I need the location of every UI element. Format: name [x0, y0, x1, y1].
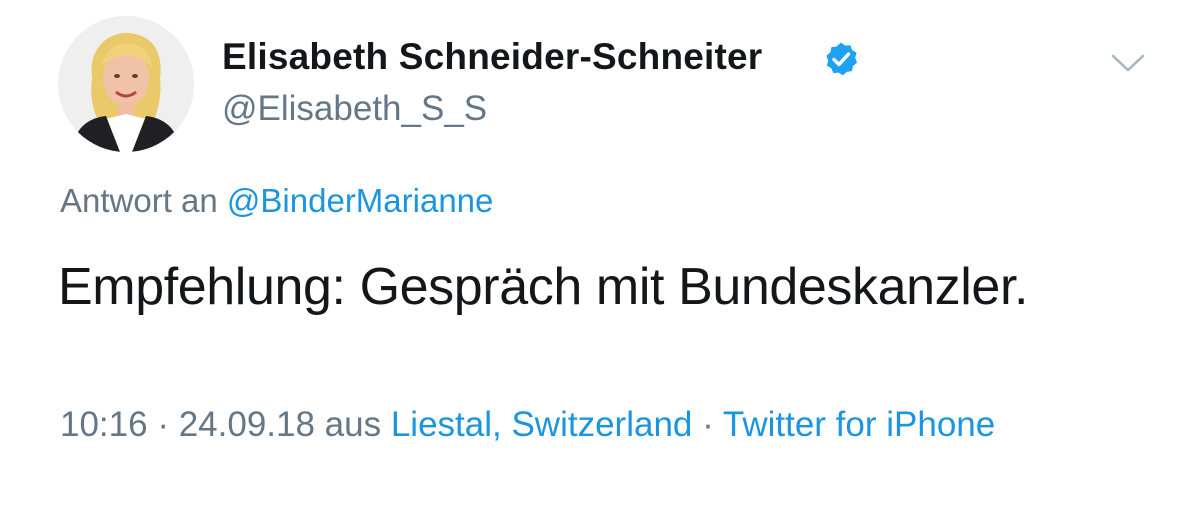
tweet-card: Elisabeth Schneider-Schneiter @Elisabeth…	[0, 0, 1200, 526]
location-link[interactable]: Liestal, Switzerland	[391, 405, 693, 444]
verified-badge-icon	[826, 42, 857, 76]
avatar[interactable]	[58, 16, 194, 152]
chevron-down-icon[interactable]	[1110, 52, 1146, 74]
tweet-meta: 10:16 · 24.09.18 aus Liestal, Switzerlan…	[60, 398, 1060, 452]
tweet-time: 10:16	[60, 405, 148, 444]
reply-prefix: Antwort an	[60, 182, 218, 219]
location-prefix: aus	[314, 405, 391, 444]
reply-to-handle-link[interactable]: @BinderMarianne	[227, 182, 493, 219]
tweet-text: Empfehlung: Gespräch mit Bundeskanzler.	[58, 258, 1029, 316]
avatar-image	[58, 16, 194, 152]
meta-separator: ·	[147, 405, 179, 444]
author-handle[interactable]: @Elisabeth_S_S	[222, 89, 487, 129]
tweet-date: 24.09.18	[178, 405, 315, 444]
author-display-name[interactable]: Elisabeth Schneider-Schneiter	[222, 36, 762, 78]
reply-context: Antwort an @BinderMarianne	[60, 182, 493, 220]
meta-separator: ·	[692, 405, 723, 444]
source-link[interactable]: Twitter for iPhone	[723, 405, 995, 444]
